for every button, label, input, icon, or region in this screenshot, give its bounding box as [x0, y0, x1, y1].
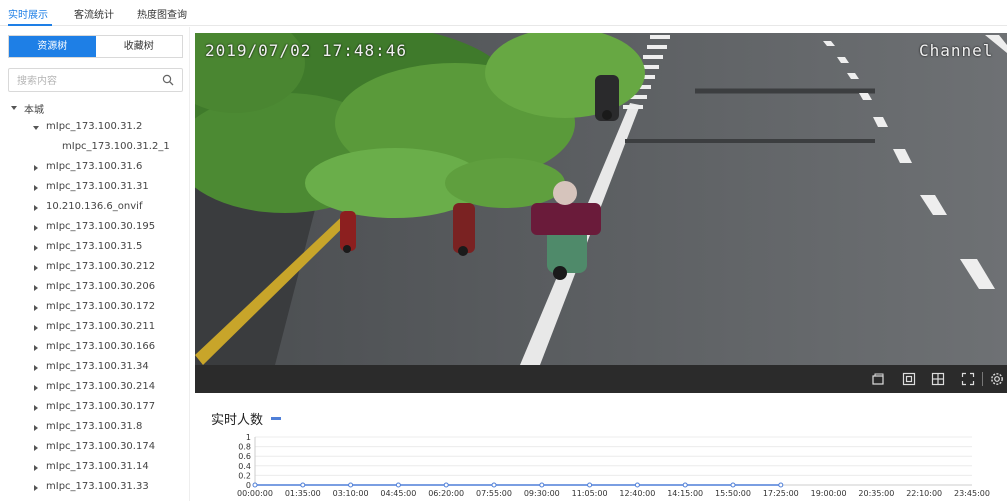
- search-input[interactable]: [9, 70, 154, 93]
- video-feed[interactable]: 2019/07/02 17:48:46 Channel: [195, 33, 1007, 365]
- series-point: [539, 482, 545, 488]
- snapshot-icon[interactable]: [902, 372, 916, 386]
- window-icon[interactable]: [871, 372, 885, 386]
- tree-node-label: mIpc_173.100.30.177: [46, 401, 156, 412]
- caret-right-icon[interactable]: [32, 424, 40, 432]
- layout-grid-icon[interactable]: [931, 372, 945, 386]
- x-tick-label: 07:55:00: [476, 489, 512, 498]
- tree-node-label: mIpc_173.100.31.33: [46, 481, 149, 492]
- x-tick-label: 04:45:00: [380, 489, 416, 498]
- series-point: [682, 482, 688, 488]
- tree-node-label: mIpc_173.100.31.5: [46, 241, 143, 252]
- x-tick-label: 22:10:00: [906, 489, 942, 498]
- tree-node-label: mIpc_173.100.31.6: [46, 161, 143, 172]
- search-box: [8, 68, 183, 93]
- caret-right-icon[interactable]: [32, 164, 40, 172]
- x-tick-label: 14:15:00: [667, 489, 703, 498]
- x-tick-label: 11:05:00: [572, 489, 608, 498]
- tree-node-label: mIpc_173.100.30.214: [46, 381, 156, 392]
- caret-right-icon[interactable]: [32, 384, 40, 392]
- series-point: [634, 482, 640, 488]
- caret-right-icon[interactable]: [32, 484, 40, 492]
- caret-right-icon[interactable]: [32, 464, 40, 472]
- x-tick-label: 01:35:00: [285, 489, 321, 498]
- active-tab-indicator: [8, 24, 52, 26]
- series-point: [587, 482, 593, 488]
- tree-node-label: mIpc_173.100.31.14: [46, 461, 149, 472]
- x-tick-label: 03:10:00: [333, 489, 369, 498]
- x-tick-label: 17:25:00: [763, 489, 799, 498]
- tree-node-label: mIpc_173.100.31.8: [46, 421, 143, 432]
- caret-right-icon[interactable]: [32, 184, 40, 192]
- legend-series-marker[interactable]: [271, 417, 281, 420]
- x-tick-label: 23:45:00: [954, 489, 990, 498]
- caret-right-icon[interactable]: [32, 224, 40, 232]
- tree-node-label: mIpc_173.100.30.166: [46, 341, 156, 352]
- tree-node-label: mIpc_173.100.30.195: [46, 221, 156, 232]
- series-point: [252, 482, 258, 488]
- top-nav: 实时展示 客流统计 热度图查询: [0, 0, 1007, 26]
- tree-node-label: mIpc_173.100.31.2: [46, 121, 143, 132]
- caret-right-icon[interactable]: [32, 264, 40, 272]
- caret-down-icon[interactable]: [10, 104, 18, 112]
- tree-node-label: mIpc_173.100.31.2_1: [62, 141, 170, 152]
- y-tick-label: 0.8: [238, 443, 251, 452]
- camera-scene: [195, 33, 1007, 365]
- caret-right-icon[interactable]: [32, 324, 40, 332]
- sidebar: 资源树 收藏树 本城mIpc_173.100.31.2 mIpc_173.100.…: [0, 27, 190, 501]
- chart-title: 实时人数: [211, 413, 264, 428]
- caret-right-icon[interactable]: [32, 244, 40, 252]
- caret-right-icon[interactable]: [32, 284, 40, 292]
- tree-node-label: mIpc_173.100.30.211: [46, 321, 156, 332]
- settings-icon[interactable]: [990, 372, 1004, 386]
- tree-node-label: 本城: [24, 105, 44, 116]
- series-point: [395, 482, 401, 488]
- x-tick-label: 15:50:00: [715, 489, 751, 498]
- x-tick-label: 09:30:00: [524, 489, 560, 498]
- resource-tree-button[interactable]: 资源树: [9, 36, 96, 57]
- y-tick-label: 0.2: [238, 471, 251, 480]
- series-point: [443, 482, 449, 488]
- series-point: [491, 482, 497, 488]
- tree-node-label: mIpc_173.100.30.206: [46, 281, 156, 292]
- caret-right-icon[interactable]: [32, 344, 40, 352]
- favorites-tree-button[interactable]: 收藏树: [96, 36, 183, 57]
- x-tick-label: 19:00:00: [811, 489, 847, 498]
- tree-node-label: mIpc_173.100.30.212: [46, 261, 156, 272]
- caret-right-icon[interactable]: [32, 304, 40, 312]
- y-tick-label: 0.6: [238, 452, 251, 461]
- tree-node-label: mIpc_173.100.30.174: [46, 441, 156, 452]
- tree-node-label: mIpc_173.100.31.34: [46, 361, 149, 372]
- chart-canvas: 00.20.40.60.8100:00:00 01:35:00 03:10:00 04…: [237, 433, 990, 498]
- caret-right-icon[interactable]: [32, 364, 40, 372]
- y-tick-label: 0.4: [238, 462, 251, 471]
- caret-right-icon[interactable]: [32, 444, 40, 452]
- caret-down-icon[interactable]: [32, 124, 40, 132]
- realtime-count-chart: 0 0.2 0.4 0.6 0.8 1 00:00:00 01:35:00 03:10:00 04…: [195, 395, 1007, 501]
- x-tick-label: 06:20:00: [428, 489, 464, 498]
- series-point: [778, 482, 784, 488]
- video-toolbar: [195, 365, 1007, 393]
- fullscreen-icon[interactable]: [961, 372, 975, 386]
- series-point: [730, 482, 736, 488]
- caret-right-icon[interactable]: [32, 404, 40, 412]
- tab-realtime[interactable]: 实时展示: [8, 6, 48, 21]
- tab-traffic-stats[interactable]: 客流统计: [74, 6, 114, 21]
- x-tick-label: 20:35:00: [858, 489, 894, 498]
- tree-node-label: mIpc_173.100.30.172: [46, 301, 156, 312]
- toolbar-divider: [982, 372, 983, 386]
- tree-node-label: 10.210.136.6_onvif: [46, 201, 143, 212]
- x-tick-label: 00:00:00: [237, 489, 273, 498]
- tab-heatmap-query[interactable]: 热度图查询: [137, 6, 187, 21]
- series-point: [348, 482, 354, 488]
- video-timestamp: 2019/07/02 17:48:46: [205, 41, 408, 60]
- caret-right-icon[interactable]: [32, 204, 40, 212]
- tree-node-label: mIpc_173.100.31.31: [46, 181, 149, 192]
- x-tick-label: 12:40:00: [619, 489, 655, 498]
- search-icon[interactable]: [162, 74, 174, 86]
- video-channel-label: Channel: [919, 41, 994, 60]
- tree-switcher: 资源树 收藏树: [8, 35, 183, 58]
- y-tick-label: 1: [246, 433, 251, 442]
- series-point: [300, 482, 306, 488]
